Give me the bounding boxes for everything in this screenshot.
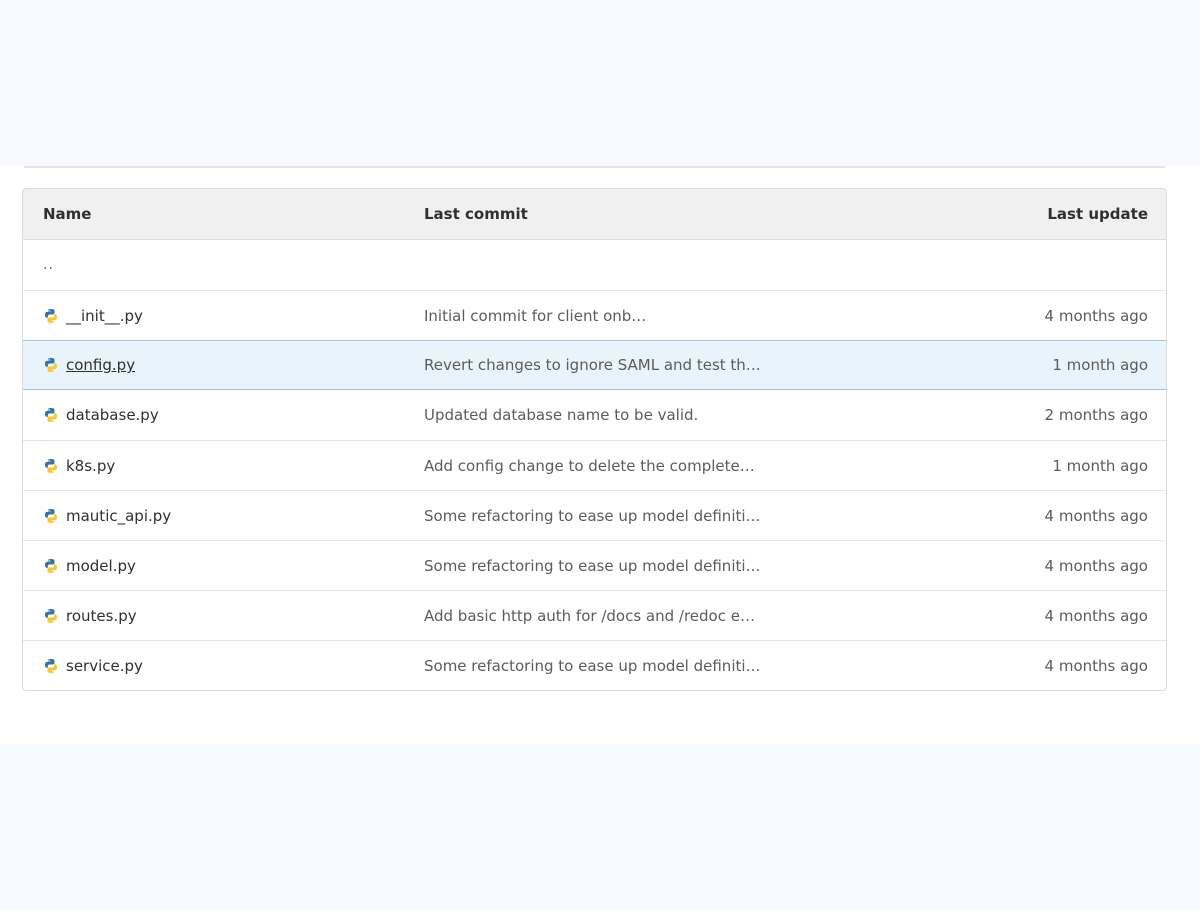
last-update-time: 1 month ago xyxy=(1052,356,1148,374)
header-name: Name xyxy=(43,205,92,223)
header-last-update: Last update xyxy=(1047,205,1148,223)
python-file-icon xyxy=(45,458,57,473)
parent-directory-link[interactable]: .. xyxy=(43,257,54,273)
file-name-link[interactable]: model.py xyxy=(66,557,136,575)
file-name-link[interactable]: mautic_api.py xyxy=(66,507,171,525)
file-name-link[interactable]: database.py xyxy=(66,406,159,424)
table-row[interactable]: k8s.py Add config change to delete the c… xyxy=(23,440,1166,490)
commit-message-link[interactable]: Some refactoring to ease up model defini… xyxy=(424,491,761,540)
last-update-time: 4 months ago xyxy=(1044,606,1148,625)
table-header-row: Name Last commit Last update xyxy=(23,189,1166,240)
last-update-time: 4 months ago xyxy=(1044,306,1148,325)
python-file-icon xyxy=(45,558,57,573)
file-name-link[interactable]: service.py xyxy=(66,657,143,675)
table-row[interactable]: routes.py Add basic http auth for /docs … xyxy=(23,590,1166,640)
last-update-time: 4 months ago xyxy=(1044,556,1148,575)
commit-message-link[interactable]: Add basic http auth for /docs and /redoc… xyxy=(424,591,755,640)
file-name-link[interactable]: routes.py xyxy=(66,607,137,625)
last-update-time: 2 months ago xyxy=(1044,406,1148,424)
table-row[interactable]: __init__.py Initial commit for client on… xyxy=(23,290,1166,340)
python-file-icon xyxy=(45,658,57,673)
section-divider xyxy=(24,166,1165,168)
commit-message-link[interactable]: Revert changes to ignore SAML and test t… xyxy=(424,341,761,389)
page-background-top xyxy=(0,0,1200,166)
header-last-commit: Last commit xyxy=(424,205,528,223)
table-row[interactable]: mautic_api.py Some refactoring to ease u… xyxy=(23,490,1166,540)
table-row[interactable]: config.py Revert changes to ignore SAML … xyxy=(23,340,1166,390)
python-file-icon xyxy=(45,358,57,372)
python-file-icon xyxy=(45,608,57,623)
commit-message-link[interactable]: Some refactoring to ease up model defini… xyxy=(424,541,761,590)
commit-message-link[interactable]: Initial commit for client onb… xyxy=(424,291,646,340)
table-row[interactable]: database.py Updated database name to be … xyxy=(23,390,1166,440)
file-tree-table: Name Last commit Last update .. __init__… xyxy=(22,188,1167,691)
table-row[interactable]: service.py Some refactoring to ease up m… xyxy=(23,640,1166,690)
last-update-time: 4 months ago xyxy=(1044,656,1148,675)
parent-directory-row[interactable]: .. xyxy=(23,240,1166,290)
page-background-bottom xyxy=(0,744,1200,910)
commit-message-link[interactable]: Some refactoring to ease up model defini… xyxy=(424,641,761,690)
python-file-icon xyxy=(45,308,57,323)
python-file-icon xyxy=(45,408,57,422)
file-name-link[interactable]: __init__.py xyxy=(66,307,143,325)
python-file-icon xyxy=(45,508,57,523)
file-name-link[interactable]: k8s.py xyxy=(66,457,115,475)
commit-message-link[interactable]: Add config change to delete the complete… xyxy=(424,441,755,490)
commit-message-link[interactable]: Updated database name to be valid. xyxy=(424,390,698,440)
last-update-time: 1 month ago xyxy=(1052,456,1148,475)
file-name-link[interactable]: config.py xyxy=(66,356,135,374)
table-row[interactable]: model.py Some refactoring to ease up mod… xyxy=(23,540,1166,590)
last-update-time: 4 months ago xyxy=(1044,506,1148,525)
